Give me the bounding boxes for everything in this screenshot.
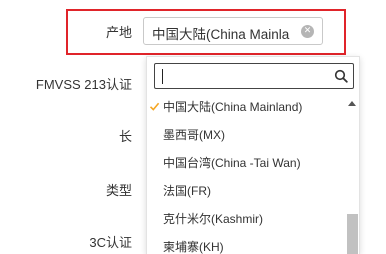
- search-icon[interactable]: [334, 69, 348, 83]
- option-item[interactable]: 中国大陆(China Mainland): [147, 93, 343, 121]
- dropdown-search-input[interactable]: [159, 66, 319, 86]
- option-label: 克什米尔(Kashmir): [163, 212, 264, 226]
- fmvss-label: FMVSS 213认证: [35, 77, 132, 92]
- type-label: 类型: [105, 183, 132, 198]
- option-item[interactable]: 中国台湾(China -Tai Wan): [147, 149, 343, 177]
- option-item[interactable]: 墨西哥(MX): [147, 121, 343, 149]
- origin-dropdown: 中国大陆(China Mainland) 墨西哥(MX) 中国台湾(China …: [146, 56, 360, 254]
- option-label: 中国大陆(China Mainland): [163, 100, 303, 114]
- option-list: 中国大陆(China Mainland) 墨西哥(MX) 中国台湾(China …: [147, 93, 343, 254]
- scroll-up-icon[interactable]: [348, 101, 356, 106]
- option-label: 墨西哥(MX): [163, 128, 225, 142]
- origin-select-value: 中国大陆(China Mainland): [152, 27, 290, 42]
- dropdown-search[interactable]: [154, 63, 354, 89]
- ccc-label: 3C认证: [89, 235, 132, 250]
- option-item[interactable]: 法国(FR): [147, 177, 343, 205]
- option-item[interactable]: 柬埔寨(KH): [147, 233, 343, 254]
- length-label: 长: [118, 129, 132, 144]
- origin-select[interactable]: 中国大陆(China Mainland) ✕: [143, 17, 323, 45]
- option-label: 中国台湾(China -Tai Wan): [163, 156, 301, 170]
- check-icon: [149, 102, 160, 111]
- text-caret: [162, 69, 163, 84]
- option-label: 法国(FR): [163, 184, 211, 198]
- clear-icon[interactable]: ✕: [301, 25, 314, 38]
- option-label: 柬埔寨(KH): [163, 240, 224, 254]
- option-item[interactable]: 克什米尔(Kashmir): [147, 205, 343, 233]
- scrollbar-thumb[interactable]: [347, 214, 358, 254]
